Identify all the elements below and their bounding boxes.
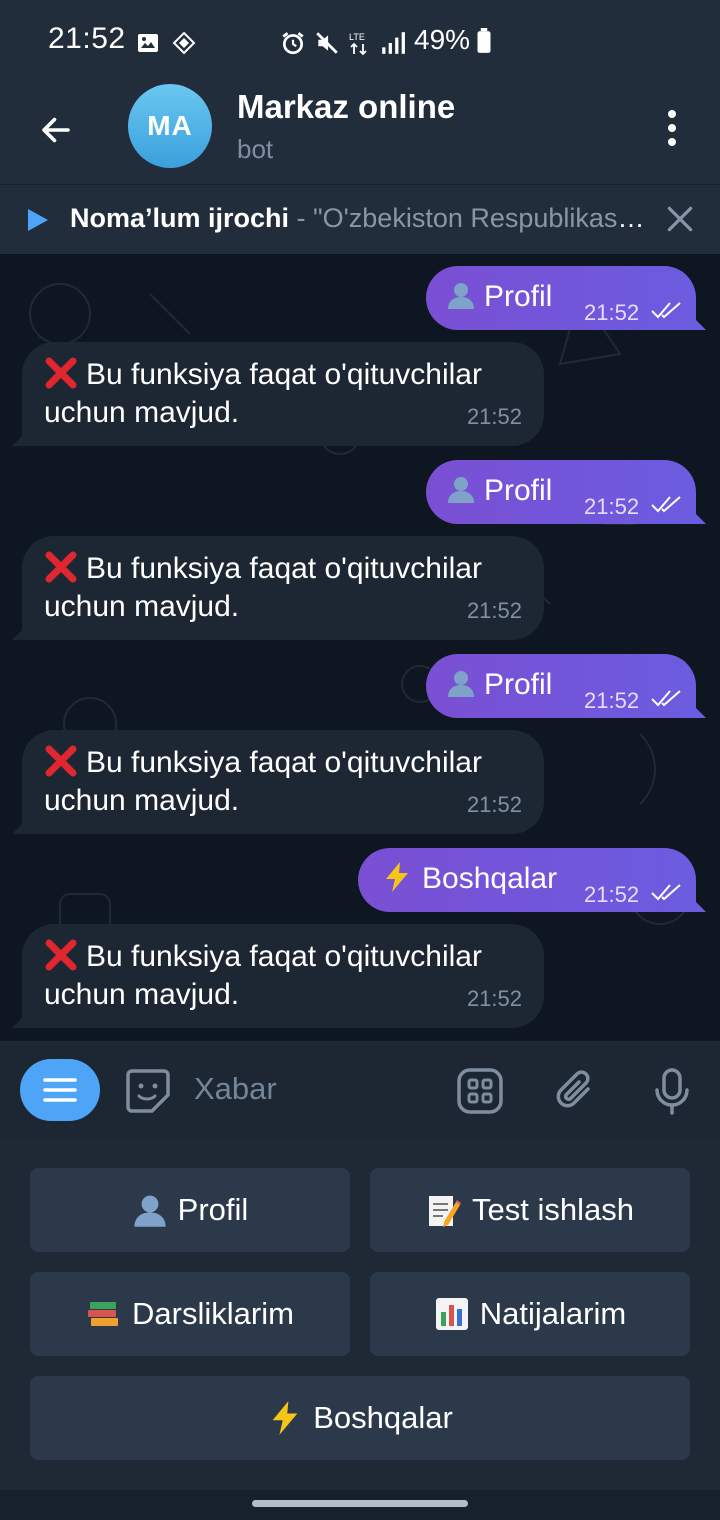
menu-icon <box>43 1078 77 1102</box>
arrow-left-icon <box>42 117 70 143</box>
keyboard-button-test[interactable]: Test ishlash <box>370 1168 690 1252</box>
chat-subtitle: bot <box>237 134 274 164</box>
close-icon[interactable] <box>664 203 696 235</box>
outgoing-message[interactable]: Profil 21:52 <box>426 266 706 330</box>
dot-icon <box>668 138 676 146</box>
keyboard-button-darsliklarim[interactable]: Darsliklarim <box>30 1272 350 1356</box>
lightning-icon <box>386 862 408 892</box>
message-text: Profil <box>446 666 552 704</box>
app-notification-icon <box>172 31 196 55</box>
chat-header: MA Markaz online bot <box>0 84 720 184</box>
message-time: 21:52 <box>584 688 640 713</box>
books-icon <box>88 1302 119 1326</box>
keyboard-button-label: Natijalarim <box>479 1296 627 1331</box>
message-time: 21:52 <box>466 792 522 817</box>
incoming-message[interactable]: Bu funksiya faqat o'qituvchilar uchun ma… <box>12 536 544 640</box>
incoming-message[interactable]: Bu funksiya faqat o'qituvchilar uchun ma… <box>12 924 544 1028</box>
lte-icon: LTE <box>349 32 367 56</box>
message-text: Bu funksiya faqat o'qituvchilar uchun ma… <box>44 939 482 1011</box>
memo-icon <box>429 1196 462 1227</box>
mute-icon <box>316 32 338 54</box>
status-time: 21:52 <box>48 22 126 55</box>
play-icon[interactable] <box>28 209 48 231</box>
outgoing-message[interactable]: Profil 21:52 <box>426 654 706 718</box>
more-options-button[interactable] <box>650 102 694 154</box>
message-input-bar <box>0 1040 720 1138</box>
message-time: 21:52 <box>584 494 640 519</box>
cross-icon <box>45 551 77 583</box>
now-playing-text[interactable]: Noma’lum ijrochi - "O'zbekiston Respubli… <box>70 203 650 234</box>
music-player-bar[interactable]: Noma’lum ijrochi - "O'zbekiston Respubli… <box>0 184 720 254</box>
message-text: Bu funksiya faqat o'qituvchilar uchun ma… <box>44 745 482 817</box>
message-time: 21:52 <box>584 882 640 907</box>
chat-title[interactable]: Markaz online <box>237 88 455 126</box>
cross-icon <box>45 357 77 389</box>
incoming-message[interactable]: Bu funksiya faqat o'qituvchilar uchun ma… <box>12 342 544 446</box>
message-text: Bu funksiya faqat o'qituvchilar uchun ma… <box>44 551 482 623</box>
bar-chart-icon <box>435 1298 468 1330</box>
music-separator: - <box>289 203 314 233</box>
sticker-emoji-icon[interactable] <box>124 1067 172 1115</box>
bot-reply-keyboard: Profil Test ishlash Darsliklarim Natijal… <box>0 1138 720 1490</box>
incoming-message[interactable]: Bu funksiya faqat o'qituvchilar uchun ma… <box>12 730 544 834</box>
double-check-icon <box>651 302 681 319</box>
keyboard-button-label: Boshqalar <box>313 1400 453 1435</box>
avatar[interactable]: MA <box>128 84 212 168</box>
battery-percent: 49% <box>414 24 471 55</box>
cross-icon <box>45 745 77 777</box>
message-time: 21:52 <box>584 300 640 325</box>
message-time: 21:52 <box>466 598 522 623</box>
outgoing-message[interactable]: Profil 21:52 <box>426 460 706 524</box>
lightning-icon <box>272 1401 298 1435</box>
dot-icon <box>668 110 676 118</box>
double-check-icon <box>651 496 681 513</box>
user-icon <box>134 1195 166 1227</box>
cross-icon <box>45 939 77 971</box>
message-time: 21:52 <box>466 986 522 1011</box>
bot-keyboard-icon[interactable] <box>456 1067 504 1115</box>
gallery-icon <box>138 34 158 52</box>
svg-text:LTE: LTE <box>349 32 365 42</box>
status-bar: 21:52 LTE 49% <box>0 0 720 84</box>
microphone-icon[interactable] <box>648 1067 696 1115</box>
back-button[interactable] <box>30 104 82 156</box>
message-text: Bu funksiya faqat o'qituvchilar uchun ma… <box>44 357 482 429</box>
keyboard-button-natijalarim[interactable]: Natijalarim <box>370 1272 690 1356</box>
signal-icon <box>382 32 405 54</box>
home-gesture-handle[interactable] <box>252 1500 468 1507</box>
attach-icon[interactable] <box>552 1067 600 1115</box>
keyboard-button-boshqalar[interactable]: Boshqalar <box>30 1376 690 1460</box>
battery-icon <box>477 28 491 53</box>
dot-icon <box>668 124 676 132</box>
user-icon <box>448 283 474 309</box>
keyboard-button-label: Darsliklarim <box>132 1296 294 1331</box>
keyboard-button-profil[interactable]: Profil <box>30 1168 350 1252</box>
avatar-initials: MA <box>147 110 193 141</box>
music-title: "O'zbekiston Respublikasining Davlat mad… <box>313 203 650 233</box>
double-check-icon <box>651 690 681 707</box>
outgoing-message[interactable]: Boshqalar 21:52 <box>358 848 706 912</box>
double-check-icon <box>651 884 681 901</box>
message-text: Profil <box>446 472 552 510</box>
user-icon <box>448 671 474 697</box>
message-text: Boshqalar <box>382 860 557 898</box>
message-time: 21:52 <box>466 404 522 429</box>
system-navigation-bar <box>0 1490 720 1520</box>
alarm-icon <box>282 32 304 55</box>
user-icon <box>448 477 474 503</box>
keyboard-button-label: Profil <box>177 1192 249 1227</box>
message-input[interactable] <box>194 1069 434 1109</box>
message-text: Profil <box>446 278 552 316</box>
keyboard-button-label: Test ishlash <box>472 1192 634 1227</box>
music-artist: Noma’lum ijrochi <box>70 203 290 233</box>
bot-menu-button[interactable] <box>20 1059 100 1121</box>
